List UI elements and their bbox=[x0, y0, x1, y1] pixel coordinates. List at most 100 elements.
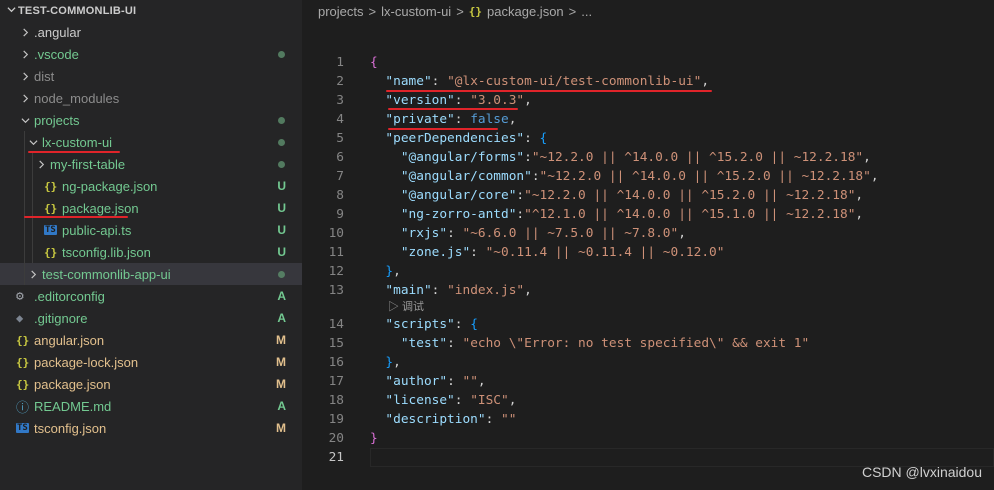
git-status-badge: A bbox=[277, 399, 286, 413]
tree-item-label: package.json bbox=[34, 376, 111, 392]
token-brace2: { bbox=[470, 317, 478, 332]
line-number: 8 bbox=[336, 188, 344, 203]
tree-item-public-api-ts[interactable]: TS public-api.ts U bbox=[0, 219, 302, 241]
tree-item-readme-md[interactable]: ⓘ README.md A bbox=[0, 395, 302, 417]
code-line[interactable]: 10 "rxjs": "~6.6.0 || ~7.5.0 || ~7.8.0", bbox=[302, 224, 994, 243]
chevron-right-icon[interactable] bbox=[18, 65, 32, 87]
code-line[interactable]: 20} bbox=[302, 429, 994, 448]
annotation-underline bbox=[24, 216, 128, 218]
breadcrumb-item-folder[interactable]: lx-custom-ui bbox=[381, 4, 451, 19]
line-source: "rxjs": "~6.6.0 || ~7.5.0 || ~7.8.0", bbox=[370, 224, 686, 243]
token-punc: , bbox=[393, 355, 401, 370]
tree-item-label: .editorconfig bbox=[34, 288, 105, 304]
line-number: 18 bbox=[328, 393, 344, 408]
tree-item-label: dist bbox=[34, 68, 55, 84]
tree-item-tsconfig-lib-json[interactable]: {} tsconfig.lib.json U bbox=[0, 241, 302, 263]
chevron-down-icon bbox=[4, 5, 18, 17]
token-key: "private" bbox=[385, 112, 455, 127]
code-line[interactable]: 8 "@angular/core":"~12.2.0 || ^14.0.0 ||… bbox=[302, 186, 994, 205]
code-line[interactable]: 6 "@angular/forms":"~12.2.0 || ^14.0.0 |… bbox=[302, 148, 994, 167]
line-source: { bbox=[370, 53, 378, 72]
tree-item-tsconfig-json[interactable]: TS tsconfig.json M bbox=[0, 417, 302, 439]
line-number: 15 bbox=[328, 336, 344, 351]
code-line[interactable]: 9 "ng-zorro-antd":"^12.1.0 || ^14.0.0 ||… bbox=[302, 205, 994, 224]
debug-codelens[interactable]: ▷ 调试 bbox=[302, 300, 994, 315]
typescript-file-icon: TS bbox=[44, 225, 57, 235]
token-key: "name" bbox=[385, 74, 432, 89]
tree-item-lx-custom-ui[interactable]: lx-custom-ui bbox=[0, 131, 302, 153]
tree-item-vscode[interactable]: .vscode bbox=[0, 43, 302, 65]
code-area[interactable]: 1{2 "name": "@lx-custom-ui/test-commonli… bbox=[302, 53, 994, 467]
git-status-badge: A bbox=[277, 289, 286, 303]
code-line[interactable]: 4 "private": false, bbox=[302, 110, 994, 129]
line-source: "private": false, bbox=[370, 110, 516, 129]
chevron-right-icon[interactable] bbox=[26, 263, 40, 285]
tree-item-package-lock-json[interactable]: {} package-lock.json M bbox=[0, 351, 302, 373]
editor-pane[interactable]: projects > lx-custom-ui > {} package.jso… bbox=[302, 0, 994, 490]
workspace-title: TEST-COMMONLIB-UI bbox=[18, 5, 137, 17]
tree-item-node-modules[interactable]: node_modules bbox=[0, 87, 302, 109]
git-status-badge: U bbox=[277, 179, 286, 193]
code-line[interactable]: 7 "@angular/common":"~12.2.0 || ^14.0.0 … bbox=[302, 167, 994, 186]
code-line[interactable]: 15 "test": "echo \"Error: no test specif… bbox=[302, 334, 994, 353]
breadcrumb-item-more[interactable]: ... bbox=[581, 4, 592, 19]
json-file-icon: {} bbox=[468, 4, 483, 18]
code-line[interactable]: 13 "main": "index.js", bbox=[302, 281, 994, 300]
breadcrumb-item-projects[interactable]: projects bbox=[318, 4, 364, 19]
gear-icon: ⚙ bbox=[16, 288, 24, 304]
line-number: 13 bbox=[328, 283, 344, 298]
token-str: "ISC" bbox=[470, 393, 509, 408]
token-str: "~12.2.0 || ^14.0.0 || ^15.2.0 || ~12.2.… bbox=[539, 169, 871, 184]
token-punc: , bbox=[678, 226, 686, 241]
code-line[interactable]: 12 }, bbox=[302, 262, 994, 281]
chevron-right-icon[interactable] bbox=[18, 43, 32, 65]
code-line[interactable]: 11 "zone.js": "~0.11.4 || ~0.11.4 || ~0.… bbox=[302, 243, 994, 262]
tree-item-dist[interactable]: dist bbox=[0, 65, 302, 87]
code-line[interactable]: 1{ bbox=[302, 53, 994, 72]
code-line[interactable]: 14 "scripts": { bbox=[302, 315, 994, 334]
chevron-right-icon[interactable] bbox=[34, 153, 48, 175]
tree-item-test-commonlib-app-ui[interactable]: test-commonlib-app-ui bbox=[0, 263, 302, 285]
chevron-down-icon[interactable] bbox=[18, 109, 32, 131]
code-line[interactable]: 16 }, bbox=[302, 353, 994, 372]
code-line[interactable]: 2 "name": "@lx-custom-ui/test-commonlib-… bbox=[302, 72, 994, 91]
token-key: "scripts" bbox=[385, 317, 455, 332]
token-str: "~6.6.0 || ~7.5.0 || ~7.8.0" bbox=[462, 226, 679, 241]
git-status-badge: U bbox=[277, 201, 286, 215]
tree-item-label: package-lock.json bbox=[34, 354, 139, 370]
chevron-right-icon: > bbox=[368, 3, 377, 19]
chevron-right-icon[interactable] bbox=[18, 87, 32, 109]
token-key: "@angular/core" bbox=[400, 188, 517, 203]
tree-item-angular-json[interactable]: {} angular.json M bbox=[0, 329, 302, 351]
code-line[interactable]: 5 "peerDependencies": { bbox=[302, 129, 994, 148]
chevron-down-icon[interactable] bbox=[26, 131, 40, 153]
line-source: "@angular/forms":"~12.2.0 || ^14.0.0 || … bbox=[370, 148, 871, 167]
token-ws bbox=[370, 226, 401, 241]
typescript-file-icon: TS bbox=[16, 423, 29, 433]
tree-item-package-json[interactable]: {} package.json M bbox=[0, 373, 302, 395]
token-key: "description" bbox=[385, 412, 486, 427]
line-source: "main": "index.js", bbox=[370, 281, 531, 300]
tree-item-gitignore[interactable]: ◆ .gitignore A bbox=[0, 307, 302, 329]
tree-item-projects[interactable]: projects bbox=[0, 109, 302, 131]
tree-item-my-first-table[interactable]: my-first-table bbox=[0, 153, 302, 175]
token-ws bbox=[370, 207, 401, 222]
token-ws bbox=[370, 245, 401, 260]
token-ws bbox=[370, 336, 401, 351]
git-status-badge: A bbox=[277, 311, 286, 325]
chevron-right-icon[interactable] bbox=[18, 21, 32, 43]
breadcrumb-item-file[interactable]: package.json bbox=[487, 4, 564, 19]
code-line[interactable]: 17 "author": "", bbox=[302, 372, 994, 391]
line-number: 12 bbox=[328, 264, 344, 279]
indent-guide bbox=[24, 175, 25, 197]
tree-item-angular[interactable]: .angular bbox=[0, 21, 302, 43]
tree-item-ng-package-json[interactable]: {} ng-package.json U bbox=[0, 175, 302, 197]
code-line[interactable]: 19 "description": "" bbox=[302, 410, 994, 429]
json-file-icon: {} bbox=[44, 179, 58, 193]
tree-item-label: lx-custom-ui bbox=[42, 134, 113, 150]
line-number: 16 bbox=[328, 355, 344, 370]
token-punc: : bbox=[524, 150, 532, 165]
code-line[interactable]: 18 "license": "ISC", bbox=[302, 391, 994, 410]
tree-item-editorconfig[interactable]: ⚙ .editorconfig A bbox=[0, 285, 302, 307]
explorer-section-header[interactable]: TEST-COMMONLIB-UI bbox=[0, 0, 302, 22]
